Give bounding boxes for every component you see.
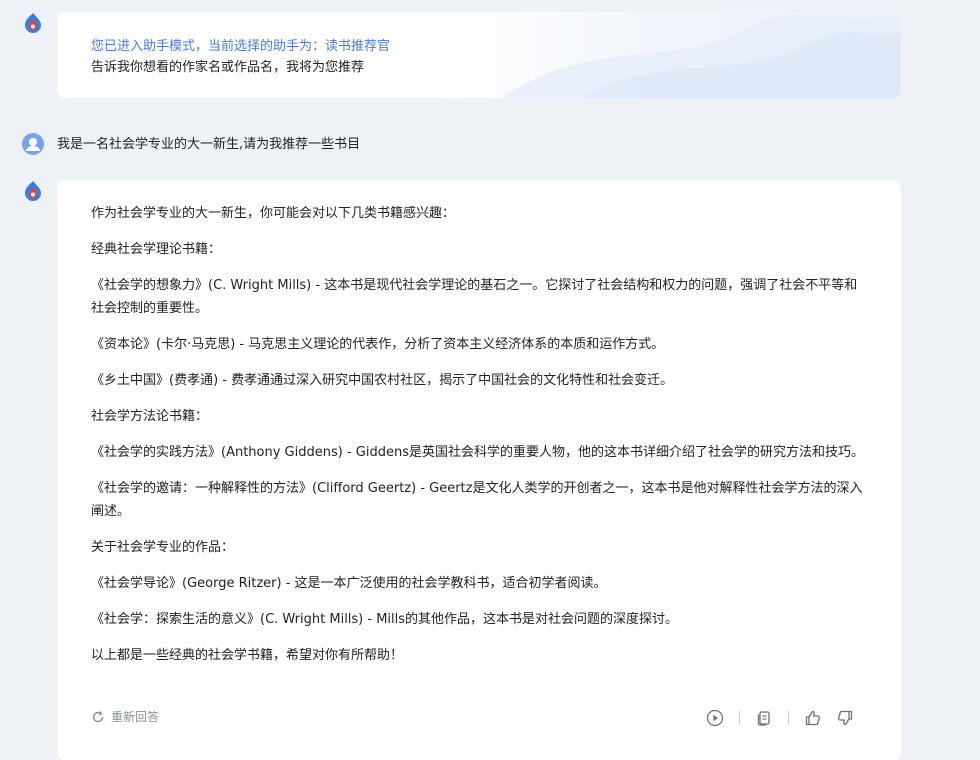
answer-paragraph: 《社会学的想象力》(C. Wright Mills) - 这本书是现代社会学理论… [91,278,858,316]
assistant-answer-card: 作为社会学专业的大一新生，你可能会对以下几类书籍感兴趣： 经典社会学理论书籍： … [57,180,901,760]
action-divider [739,711,740,725]
regenerate-button[interactable]: 重新回答 [91,708,159,725]
play-button[interactable] [703,706,727,730]
like-button[interactable] [801,706,825,730]
play-icon [706,709,724,727]
user-message-text: 我是一名社会学专业的大一新生,请为我推荐一些书目 [57,137,361,152]
answer-paragraph: 作为社会学专业的大一新生，你可能会对以下几类书籍感兴趣： [91,206,456,221]
copy-icon [757,711,770,726]
answer-footer-bar: 重新回答 [91,704,857,732]
thumbs-up-icon [805,710,821,726]
answer-paragraph: 《社会学的邀请：一种解释性的方法》(Clifford Geertz) - Gee… [91,481,863,519]
assistant-mode-notice: 您已进入助手模式，当前选择的助手为：读书推荐官 [91,39,391,54]
answer-paragraph: 以上都是一些经典的社会学书籍，希望对你有所帮助！ [91,648,404,663]
assistant-prompt-text: 告诉我你想看的作家名或作品名，我将为您推荐 [91,60,365,75]
answer-paragraph: 《社会学的实践方法》(Anthony Giddens) - Giddens是英国… [91,445,864,460]
user-avatar-icon [22,133,44,155]
answer-section-heading: 经典社会学理论书籍： [91,242,222,257]
thumbs-down-icon [837,710,853,726]
answer-paragraph: 《资本论》(卡尔·马克思) - 马克思主义理论的代表作，分析了资本主义经济体系的… [91,337,665,352]
refresh-icon [92,710,104,722]
answer-paragraph: 《社会学导论》(George Ritzer) - 这是一本广泛使用的社会学教科书… [91,576,607,591]
assistant-avatar-icon [22,180,44,202]
answer-action-group [703,706,857,730]
answer-paragraph: 《乡土中国》(费孝通) - 费孝通通过深入研究中国农村社区，揭示了中国社会的文化… [91,373,674,388]
answer-paragraph: 《社会学：探索生活的意义》(C. Wright Mills) - Mills的其… [91,612,679,627]
copy-button[interactable] [752,706,776,730]
dislike-button[interactable] [833,706,857,730]
assistant-avatar-icon [22,12,44,34]
assistant-intro-card: 您已进入助手模式，当前选择的助手为：读书推荐官 告诉我你想看的作家名或作品名，我… [57,12,901,98]
answer-section-heading: 关于社会学专业的作品： [91,540,235,555]
answer-section-heading: 社会学方法论书籍： [91,409,209,424]
action-divider [788,711,789,725]
regenerate-label: 重新回答 [111,710,160,724]
